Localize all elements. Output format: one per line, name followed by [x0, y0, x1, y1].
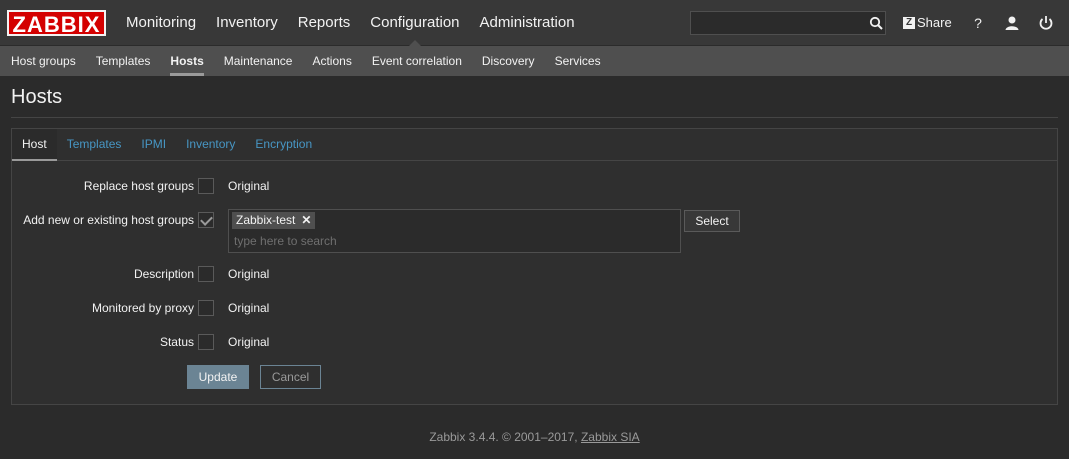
menu-monitoring[interactable]: Monitoring [116, 0, 206, 46]
host-groups-search-input[interactable]: type here to search [234, 234, 337, 248]
replace-host-groups-label: Replace host groups [83, 179, 194, 193]
cancel-button[interactable]: Cancel [260, 365, 321, 389]
help-icon[interactable]: ? [969, 14, 987, 32]
description-value: Original [228, 267, 270, 281]
submenu-actions[interactable]: Actions [302, 46, 361, 76]
zabbix-share-icon: Z [903, 16, 915, 29]
submenu-host-groups[interactable]: Host groups [1, 46, 86, 76]
search-input[interactable] [690, 11, 886, 35]
user-profile-icon[interactable] [1003, 14, 1021, 32]
remove-chip-icon[interactable]: ✕ [301, 212, 311, 229]
mass-update-form: Host Templates IPMI Inventory Encryption… [11, 128, 1058, 405]
host-groups-multiselect[interactable]: Zabbix-test ✕ type here to search [228, 209, 681, 253]
zabbix-logo[interactable]: ZABBIX [7, 10, 106, 37]
description-label: Description [133, 267, 194, 281]
tab-encryption[interactable]: Encryption [245, 129, 322, 160]
menu-configuration[interactable]: Configuration [360, 0, 469, 46]
menu-inventory[interactable]: Inventory [206, 0, 288, 46]
status-value: Original [228, 335, 270, 349]
add-host-groups-checkbox[interactable] [198, 212, 214, 228]
footer-zabbix-link[interactable]: Zabbix SIA [581, 430, 640, 444]
add-host-groups-label: Add new or existing host groups [23, 213, 194, 227]
sign-out-icon[interactable] [1037, 14, 1055, 32]
submenu-event-correlation[interactable]: Event correlation [362, 46, 472, 76]
footer-copyright: Zabbix 3.4.4. © 2001–2017, [429, 430, 578, 444]
tab-ipmi[interactable]: IPMI [131, 129, 176, 160]
submenu-services[interactable]: Services [545, 46, 611, 76]
replace-host-groups-checkbox[interactable] [198, 178, 214, 194]
submenu-maintenance[interactable]: Maintenance [214, 46, 303, 76]
page-title: Hosts [11, 86, 63, 108]
main-menu: Monitoring Inventory Reports Configurati… [116, 0, 585, 46]
select-button[interactable]: Select [684, 210, 740, 232]
submenu-templates[interactable]: Templates [86, 46, 161, 76]
tab-inventory[interactable]: Inventory [176, 129, 245, 160]
host-group-chip: Zabbix-test ✕ [232, 212, 316, 229]
submenu-hosts[interactable]: Hosts [160, 46, 213, 76]
monitored-by-proxy-value: Original [228, 301, 270, 315]
description-checkbox[interactable] [198, 266, 214, 282]
share-label: Share [917, 15, 952, 30]
tab-templates[interactable]: Templates [57, 129, 132, 160]
monitored-by-proxy-checkbox[interactable] [198, 300, 214, 316]
divider [11, 117, 1058, 118]
host-group-chip-label: Zabbix-test [236, 213, 296, 227]
form-tabs: Host Templates IPMI Inventory Encryption [12, 129, 1057, 161]
update-button[interactable]: Update [187, 365, 249, 389]
monitored-by-proxy-label: Monitored by proxy [91, 301, 194, 315]
replace-host-groups-value: Original [228, 179, 270, 193]
sub-menu: Host groups Templates Hosts Maintenance … [0, 46, 1069, 76]
top-bar: ZABBIX Monitoring Inventory Reports Conf… [0, 0, 1069, 46]
menu-administration[interactable]: Administration [470, 0, 585, 46]
status-checkbox[interactable] [198, 334, 214, 350]
menu-reports[interactable]: Reports [288, 0, 361, 46]
search-icon[interactable] [869, 16, 883, 30]
submenu-discovery[interactable]: Discovery [472, 46, 545, 76]
footer: Zabbix 3.4.4. © 2001–2017, Zabbix SIA [0, 430, 1069, 444]
status-label: Status [159, 335, 194, 349]
share-link[interactable]: Z Share [903, 15, 952, 30]
tab-host[interactable]: Host [12, 129, 57, 161]
